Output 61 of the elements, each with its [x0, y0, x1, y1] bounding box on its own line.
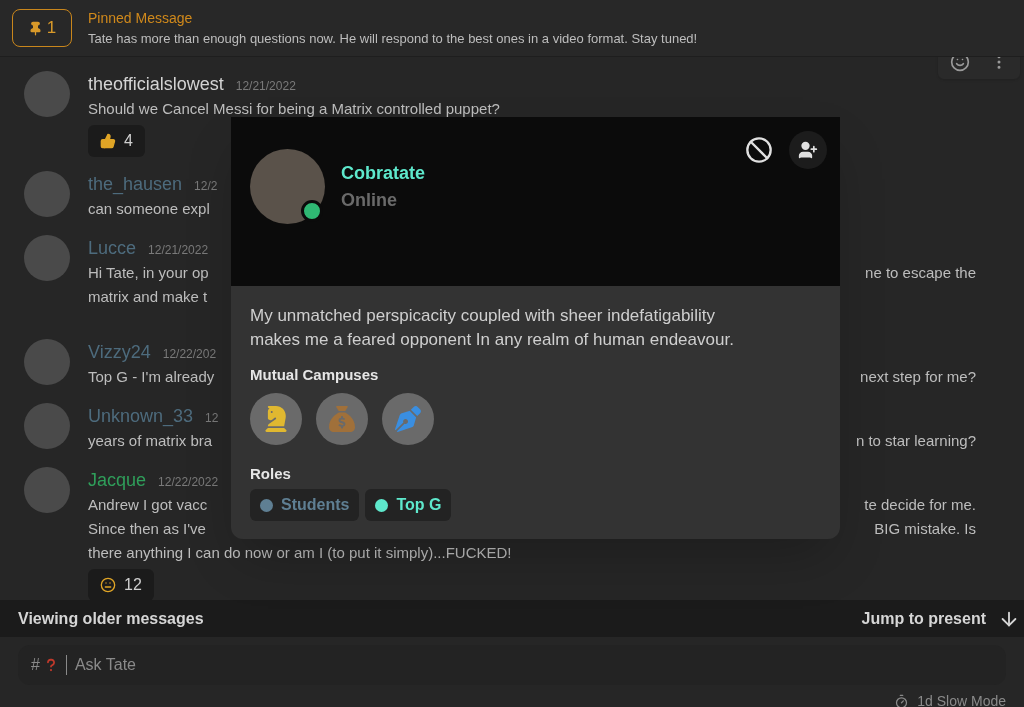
campuses-heading: Mutual Campuses — [250, 365, 380, 385]
channel-prefix: # — [31, 655, 40, 675]
role-name: Students — [281, 495, 350, 515]
jump-to-present-button[interactable]: Jump to present — [861, 606, 1020, 631]
avatar-photo-placeholder[interactable] — [24, 403, 70, 449]
add-friend-button[interactable] — [789, 131, 827, 169]
message-date: 12/21/2022 — [235, 78, 296, 95]
role-name: Top G — [396, 495, 442, 515]
message-text: BIG mistake. Is — [874, 518, 976, 539]
message-text: matrix and make t — [88, 286, 208, 307]
pin-icon — [27, 20, 43, 36]
message-input[interactable]: Ask Tate — [74, 653, 993, 677]
message-text: years of matrix bra — [88, 430, 213, 451]
avatar-photo-placeholder[interactable] — [24, 171, 70, 217]
message-text: n to star learning? — [855, 430, 976, 451]
avatar-photo-placeholder[interactable] — [24, 235, 70, 281]
avatar-photo-placeholder[interactable] — [24, 339, 70, 385]
author-name[interactable]: Jacque — [88, 467, 147, 493]
face-icon — [100, 577, 116, 593]
message-text: Since then as I've — [88, 518, 206, 539]
timer-icon — [894, 694, 910, 707]
profile-bio: My unmatched perspicacity coupled with sheer indefatigability makes me a feared opponent In any realm of human endeavour. — [250, 305, 735, 351]
author-name[interactable]: Vizzy24 — [88, 339, 151, 365]
message-text: Top G - I'm already — [88, 366, 215, 387]
pin-count-button[interactable]: 1 — [12, 9, 72, 47]
emoji-icon[interactable] — [950, 57, 970, 72]
pen-icon[interactable] — [382, 392, 434, 445]
message-text: there anything I can do now or am I (to put it simply)...FUCKED! — [88, 542, 512, 563]
profile-status: Online — [341, 188, 398, 212]
reaction-button[interactable]: 4 — [88, 125, 145, 157]
message-date: 12/22/202 — [162, 346, 217, 363]
message-text: te decide for me. — [864, 494, 976, 515]
message-text: ne to escape the — [865, 262, 976, 283]
pinned-title: Pinned Message — [88, 8, 194, 28]
avatar-photo-placeholder[interactable] — [24, 71, 70, 117]
profile-name: Cobratate — [341, 161, 425, 185]
message-text: Should we Cancel Messi for being a Matrix controlled puppet? — [88, 98, 500, 119]
block-icon[interactable] — [745, 136, 773, 164]
thumbs-up-icon — [100, 133, 116, 149]
message-text: next step for me? — [860, 366, 976, 387]
message-date: 12/22/2022 — [158, 474, 219, 491]
message-text: can someone expl — [88, 198, 210, 219]
knight-icon[interactable] — [250, 392, 302, 445]
roles-heading: Roles — [250, 463, 292, 484]
author-name[interactable]: the_hausen — [88, 171, 183, 197]
message-date: 12 — [205, 410, 219, 427]
slow-mode-label: 1d Slow Mode — [894, 691, 1006, 707]
author-name[interactable]: Unknown_33 — [88, 403, 194, 429]
message-input-field[interactable]: # Ask Tate — [18, 645, 1006, 685]
pinned-text: Tate has more than enough questions now. He will respond to the best ones in a video format. Stay tuned! — [88, 29, 698, 48]
avatar-photo-placeholder[interactable] — [24, 467, 70, 513]
message-text: Hi Tate, in your op — [88, 262, 209, 283]
reaction-button[interactable]: 12 — [88, 569, 154, 600]
author-name[interactable]: theofficialslowest — [88, 71, 224, 97]
money-bag-icon[interactable] — [316, 392, 368, 445]
add-person-icon — [798, 140, 818, 160]
older-messages-label: Viewing older messages — [18, 608, 204, 629]
message-text: Andrew I got vacc — [88, 494, 208, 515]
message-date: 12/21/2022 — [148, 242, 209, 259]
message-date: 12/2 — [194, 178, 218, 195]
author-name[interactable]: Lucce — [88, 235, 137, 261]
